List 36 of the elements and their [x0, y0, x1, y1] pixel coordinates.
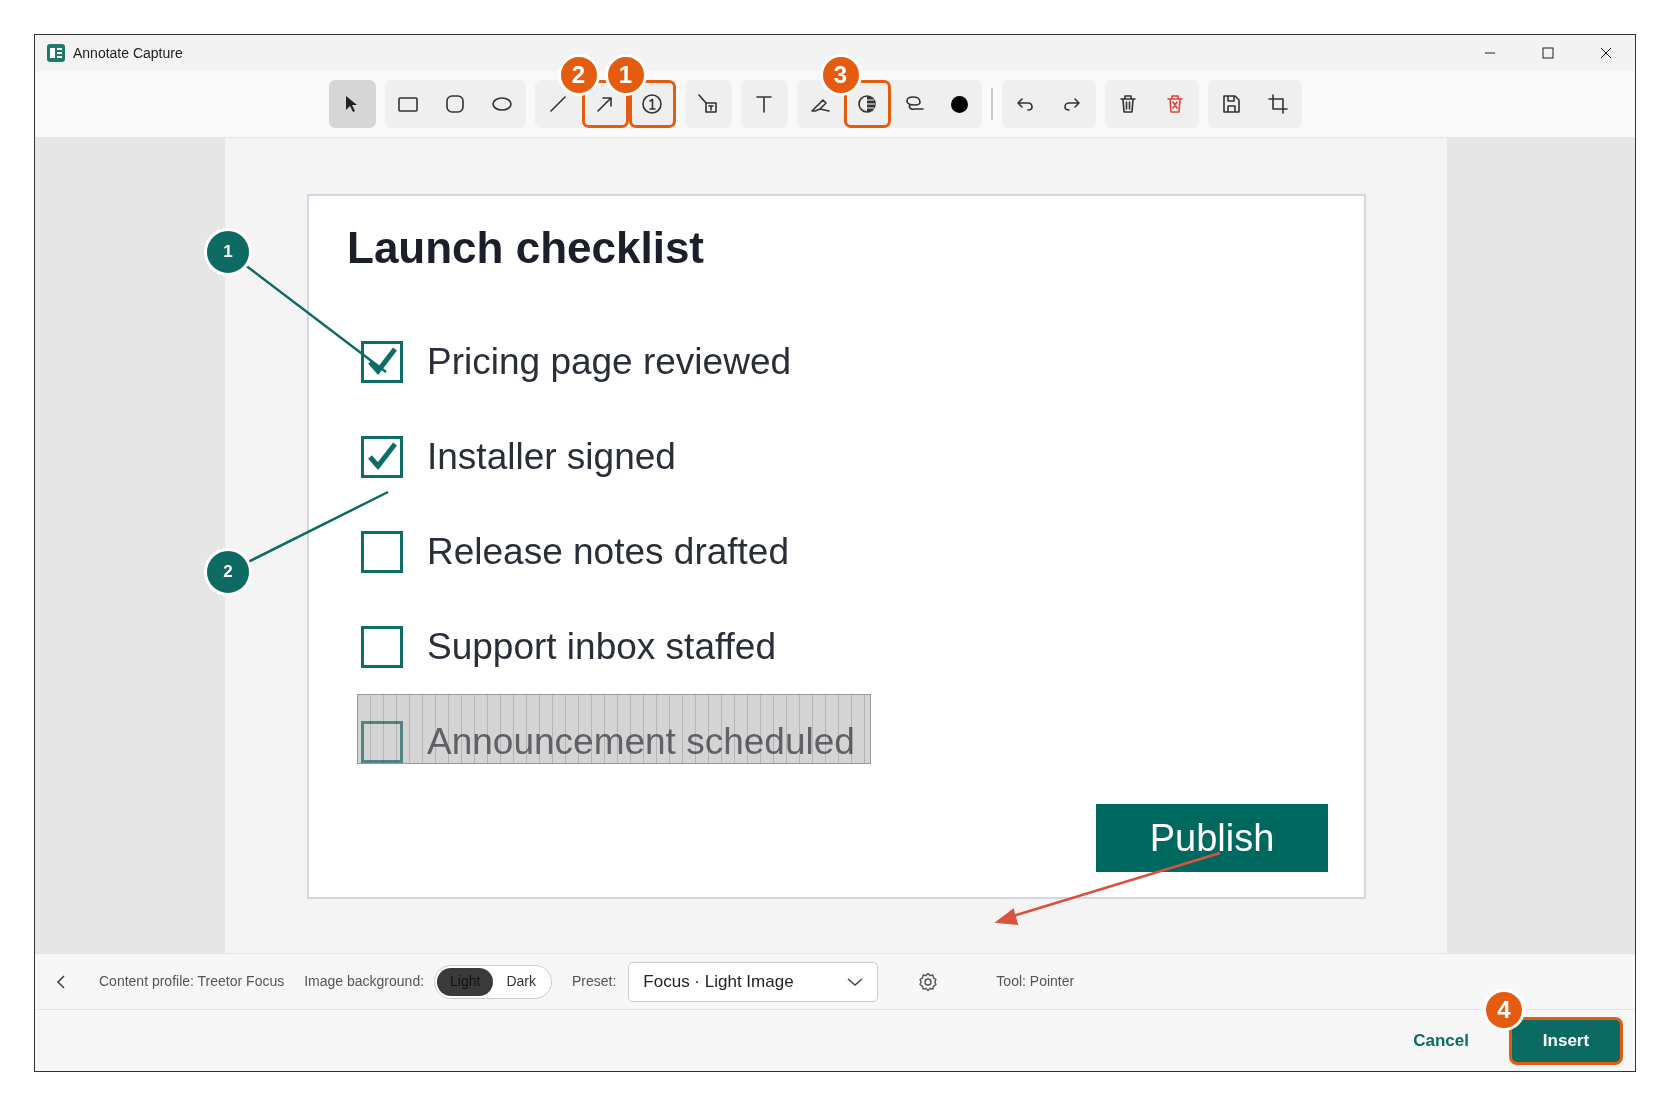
- insert-button[interactable]: Insert: [1509, 1016, 1623, 1065]
- step-callout-tooltip: 3: [819, 54, 862, 96]
- crop-icon: [1267, 93, 1289, 115]
- close-icon: [1600, 47, 1612, 59]
- rounded-square-icon: [444, 93, 466, 115]
- pointer-tool-button[interactable]: [328, 80, 376, 128]
- profile-label: Content profile: Treetor Focus: [99, 972, 285, 991]
- trash-x-icon: [1164, 93, 1186, 115]
- callout-icon: [697, 93, 719, 115]
- maximize-icon: [1542, 47, 1554, 59]
- step-marker: 1: [204, 228, 252, 276]
- settings-icon: [918, 971, 939, 992]
- contrast-icon: [856, 93, 878, 115]
- chevron-left-icon: [56, 974, 66, 989]
- toggle-option[interactable]: Dark: [493, 967, 549, 996]
- preset-dropdown[interactable]: Focus · Light Image: [628, 961, 879, 1002]
- chevron-down-icon: [847, 976, 864, 987]
- step-marker: 2: [204, 548, 252, 596]
- numbered-circle-icon: [641, 93, 663, 115]
- checklist-item-label: Release notes drafted: [427, 529, 789, 574]
- text-tool-icon: [753, 93, 775, 115]
- current-tool-label: Tool: Pointer: [996, 972, 1075, 991]
- step-callout-tooltip: 2: [557, 54, 600, 96]
- window-title: Annotate Capture: [73, 43, 183, 63]
- cancel-button[interactable]: Cancel: [1413, 1027, 1469, 1054]
- checklist-title: Launch checklist: [347, 222, 705, 274]
- save-icon: [1220, 93, 1242, 115]
- checklist-item-label: Support inbox staffed: [427, 624, 776, 669]
- checklist-item-label: Pricing page reviewed: [427, 339, 792, 384]
- checklist-item-label: Announcement scheduled: [427, 719, 855, 764]
- field-label: Preset:: [572, 972, 617, 991]
- line-icon: [547, 93, 569, 115]
- app-logo-icon: [47, 44, 65, 62]
- field-label: Image background:: [304, 972, 425, 991]
- trash-icon: [1117, 93, 1139, 115]
- checklist-item-label: Installer signed: [427, 434, 676, 479]
